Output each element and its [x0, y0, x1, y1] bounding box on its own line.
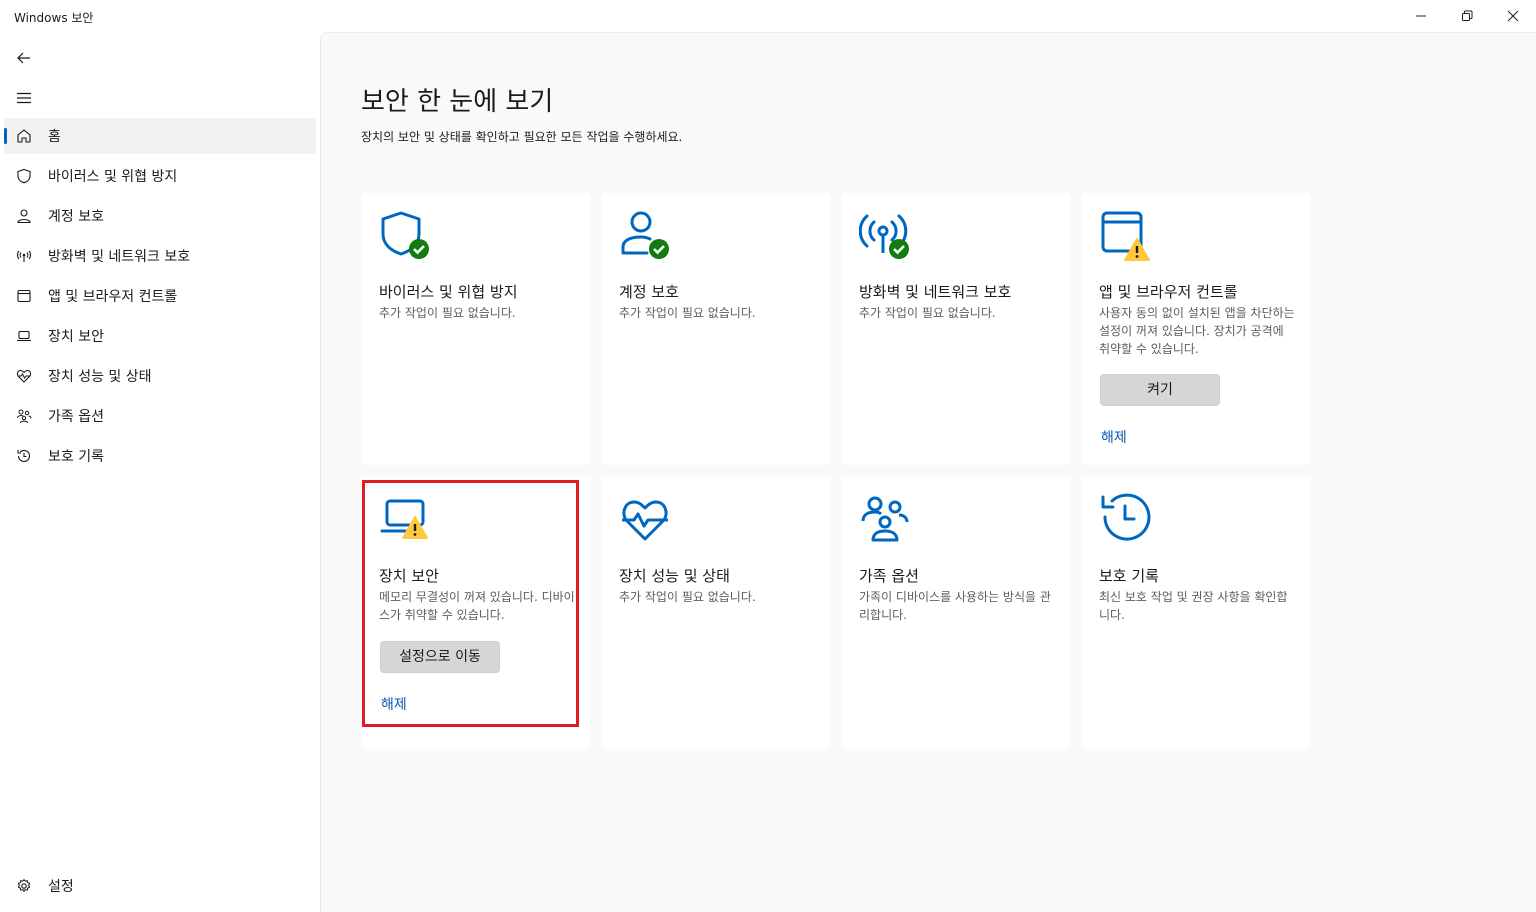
- turn-on-button[interactable]: 켜기: [1100, 374, 1220, 406]
- card-description: 추가 작업이 필요 없습니다.: [619, 306, 756, 320]
- history-icon: [4, 438, 44, 474]
- main-content: 보안 한 눈에 보기 장치의 보안 및 상태를 확인하고 필요한 모든 작업을 …: [320, 32, 1536, 912]
- card-title: 보호 기록: [1099, 567, 1159, 585]
- card-title: 앱 및 브라우저 컨트롤: [1099, 283, 1238, 301]
- sidebar-item-device-security[interactable]: 장치 보안: [4, 318, 316, 354]
- restore-icon: [1462, 10, 1473, 21]
- sidebar-item-family[interactable]: 가족 옵션: [4, 398, 316, 434]
- sidebar-item-app-browser[interactable]: 앱 및 브라우저 컨트롤: [4, 278, 316, 314]
- sidebar-item-label: 장치 보안: [48, 329, 104, 345]
- family-icon: [4, 398, 44, 434]
- hamburger-icon: [17, 92, 31, 104]
- card-title: 바이러스 및 위협 방지: [379, 283, 518, 301]
- card-firewall[interactable]: 방화벽 및 네트워크 보호 추가 작업이 필요 없습니다.: [841, 193, 1071, 465]
- card-title: 가족 옵션: [859, 567, 919, 585]
- menu-button[interactable]: [6, 80, 42, 116]
- settings-label: 설정: [48, 879, 74, 895]
- sidebar-item-device-health[interactable]: 장치 성능 및 상태: [4, 358, 316, 394]
- sidebar-item-label: 계정 보호: [48, 209, 104, 225]
- browser-warning-icon: [1099, 209, 1155, 265]
- sidebar-item-label: 가족 옵션: [48, 409, 104, 425]
- laptop-icon: [4, 318, 44, 354]
- card-description: 추가 작업이 필요 없습니다.: [379, 306, 516, 320]
- heart-pulse-icon: [619, 493, 675, 549]
- shield-check-icon: [379, 209, 435, 265]
- person-check-icon: [619, 209, 675, 265]
- minimize-icon: [1416, 15, 1426, 17]
- sidebar: 홈 바이러스 및 위협 방지 계정 보호 방화벽 및 네트워크 보호 앱 및 브…: [0, 32, 320, 912]
- settings-area: 설정: [4, 868, 316, 908]
- sidebar-item-label: 방화벽 및 네트워크 보호: [48, 249, 191, 265]
- card-title: 방화벽 및 네트워크 보호: [859, 283, 1012, 301]
- sidebar-item-settings[interactable]: 설정: [4, 868, 316, 904]
- card-account-protection[interactable]: 계정 보호 추가 작업이 필요 없습니다.: [601, 193, 831, 465]
- card-device-health[interactable]: 장치 성능 및 상태 추가 작업이 필요 없습니다.: [601, 477, 831, 749]
- sidebar-item-label: 앱 및 브라우저 컨트롤: [48, 289, 178, 305]
- sidebar-item-label: 바이러스 및 위협 방지: [48, 169, 178, 185]
- window-title: Windows 보안: [14, 11, 94, 25]
- person-icon: [4, 198, 44, 234]
- antenna-icon: [4, 238, 44, 274]
- card-virus-protection[interactable]: 바이러스 및 위협 방지 추가 작업이 필요 없습니다.: [361, 193, 591, 465]
- history-icon: [1099, 493, 1155, 549]
- card-family-options[interactable]: 가족 옵션 가족이 디바이스를 사용하는 방식을 관리합니다.: [841, 477, 1071, 749]
- sidebar-item-label: 보호 기록: [48, 449, 104, 465]
- antenna-check-icon: [858, 209, 915, 265]
- sidebar-item-label: 장치 성능 및 상태: [48, 369, 152, 385]
- card-description: 추가 작업이 필요 없습니다.: [619, 590, 756, 604]
- close-icon: [1507, 10, 1519, 22]
- heart-pulse-icon: [4, 358, 44, 394]
- card-title: 장치 성능 및 상태: [619, 567, 730, 585]
- shield-icon: [4, 158, 44, 194]
- sidebar-item-home[interactable]: 홈: [4, 118, 316, 154]
- card-protection-history[interactable]: 보호 기록 최신 보호 작업 및 권장 사항을 확인합니다.: [1081, 477, 1311, 749]
- card-description: 추가 작업이 필요 없습니다.: [859, 306, 996, 320]
- page-title: 보안 한 눈에 보기: [361, 87, 554, 117]
- card-description: 사용자 동의 없이 설치된 앱을 차단하는 설정이 꺼져 있습니다. 장치가 공…: [1099, 306, 1295, 356]
- back-button[interactable]: [6, 40, 42, 76]
- card-app-browser[interactable]: 앱 및 브라우저 컨트롤 사용자 동의 없이 설치된 앱을 차단하는 설정이 꺼…: [1081, 193, 1311, 465]
- sidebar-item-firewall[interactable]: 방화벽 및 네트워크 보호: [4, 238, 316, 274]
- minimize-button[interactable]: [1398, 0, 1444, 32]
- home-icon: [4, 118, 44, 154]
- sidebar-item-history[interactable]: 보호 기록: [4, 438, 316, 474]
- dismiss-link[interactable]: 해제: [1101, 427, 1127, 447]
- card-title: 계정 보호: [619, 283, 679, 301]
- gear-icon: [4, 868, 44, 904]
- browser-window-icon: [4, 278, 44, 314]
- title-bar: Windows 보안: [0, 0, 1536, 32]
- close-button[interactable]: [1490, 0, 1536, 32]
- sidebar-item-virus-protection[interactable]: 바이러스 및 위협 방지: [4, 158, 316, 194]
- nav-list: 홈 바이러스 및 위협 방지 계정 보호 방화벽 및 네트워크 보호 앱 및 브…: [4, 118, 316, 478]
- sidebar-item-label: 홈: [48, 129, 61, 145]
- highlight-box: [362, 480, 579, 727]
- card-description: 최신 보호 작업 및 권장 사항을 확인합니다.: [1099, 590, 1288, 622]
- restore-button[interactable]: [1444, 0, 1490, 32]
- sidebar-item-account-protection[interactable]: 계정 보호: [4, 198, 316, 234]
- card-description: 가족이 디바이스를 사용하는 방식을 관리합니다.: [859, 590, 1051, 622]
- back-arrow-icon: [17, 52, 30, 64]
- page-subtitle: 장치의 보안 및 상태를 확인하고 필요한 모든 작업을 수행하세요.: [361, 130, 683, 144]
- family-icon: [859, 493, 915, 549]
